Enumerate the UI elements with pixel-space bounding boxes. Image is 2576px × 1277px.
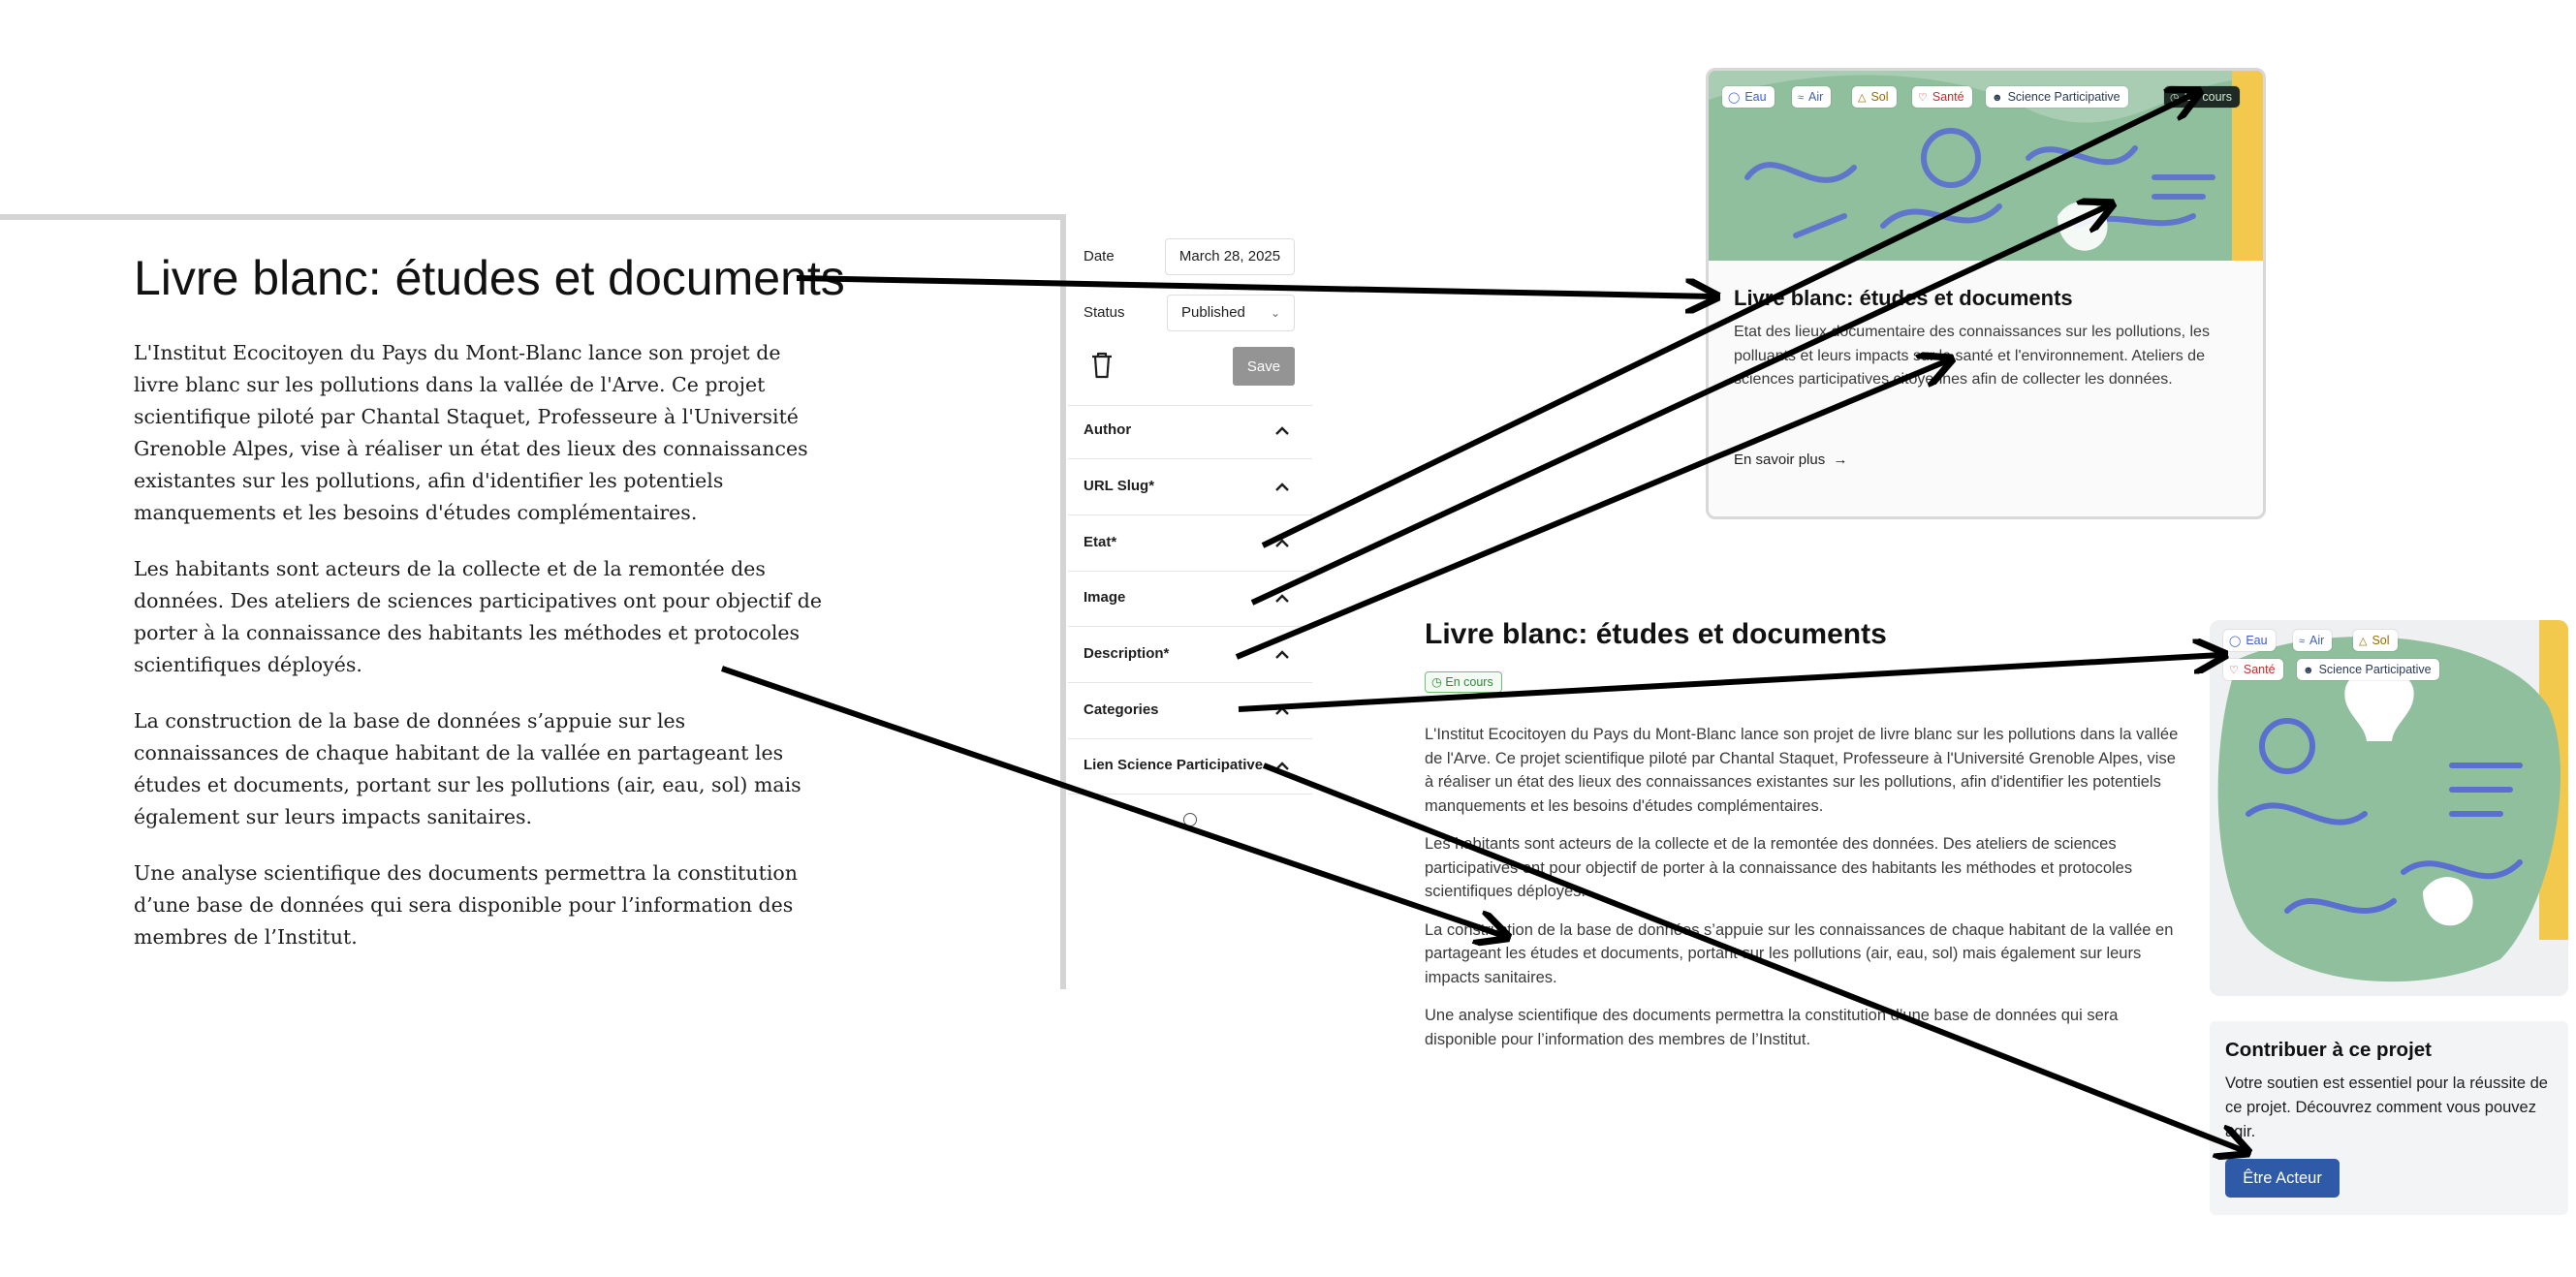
etre-acteur-button[interactable]: Être Acteur [2225, 1159, 2340, 1198]
tag-eau: ◯ Eau [1722, 86, 1775, 108]
contribute-title: Contribuer à ce projet [2225, 1039, 2433, 1061]
wind-icon: ≈ [2299, 636, 2306, 647]
divider [1068, 514, 1312, 515]
status-select[interactable]: Published ⌄ [1167, 295, 1295, 331]
tag-label: Science Participative [2007, 90, 2120, 104]
read-more-label: En savoir plus [1734, 452, 1826, 468]
project-paragraph: Une analyse scientifique des documents p… [1425, 1007, 2119, 1048]
panel-section-image[interactable]: Image [1084, 589, 1125, 606]
contribute-text: Votre soutien est essentiel pour la réus… [2225, 1075, 2548, 1140]
droplet-icon: ◯ [1728, 92, 1741, 104]
tag-sante: ♡ Santé [2223, 659, 2283, 680]
editor-title[interactable]: Livre blanc: études et documents [134, 250, 845, 306]
divider [1068, 682, 1312, 683]
clock-icon: ◷ [1431, 675, 1446, 689]
project-page-body: L'Institut Ecocitoyen du Pays du Mont-Bl… [1425, 723, 2181, 1066]
heart-icon: ♡ [2229, 665, 2239, 676]
read-more-link[interactable]: En savoir plus → [1734, 452, 1848, 468]
divider [1068, 571, 1312, 572]
card-description: Etat des lieux documentaire des connaiss… [1734, 324, 2210, 388]
panel-section-description[interactable]: Description* [1084, 645, 1169, 662]
chevron-up-icon[interactable] [1273, 482, 1291, 493]
editor-paragraph[interactable]: Une analyse scientifique des documents p… [134, 857, 822, 953]
divider [1068, 458, 1312, 459]
chevron-up-icon[interactable] [1273, 593, 1291, 605]
tag-label: Santé [2243, 663, 2276, 676]
panel-section-author[interactable]: Author [1084, 421, 1131, 438]
chevron-up-icon[interactable] [1273, 649, 1291, 661]
wind-icon: ≈ [1798, 92, 1805, 104]
status-badge: ◷ En cours [2164, 86, 2240, 108]
chevron-up-icon[interactable] [1273, 761, 1291, 772]
clock-icon: ◷ [2170, 92, 2180, 104]
tag-label: Sol [2372, 634, 2390, 647]
panel-section-lien-science-participative[interactable]: Lien Science Participative [1084, 757, 1263, 773]
editor-paragraph[interactable]: La construction de la base de données s’… [134, 705, 822, 833]
tag-science-participative: ☻ Science Participative [1986, 86, 2128, 108]
add-section-icon[interactable] [1183, 813, 1197, 826]
project-status-badge: ◷ En cours [1425, 671, 1502, 693]
project-card[interactable]: ◯ Eau ≈ Air △ Sol ♡ Santé ☻ Science Participa… [1706, 68, 2266, 519]
arrow-categories-to-tags [1238, 655, 2221, 712]
project-paragraph: L'Institut Ecocitoyen du Pays du Mont-Bl… [1425, 726, 2179, 815]
tag-label: Air [2309, 634, 2325, 647]
editor-paragraph[interactable]: L'Institut Ecocitoyen du Pays du Mont-Bl… [134, 337, 822, 529]
panel-section-etat[interactable]: Etat* [1084, 534, 1116, 550]
tag-label: Air [1808, 90, 1824, 104]
heart-icon: ♡ [1918, 92, 1928, 104]
mountain-icon: △ [2359, 636, 2368, 647]
panel-section-url-slug[interactable]: URL Slug* [1084, 478, 1154, 494]
tag-sol: △ Sol [2353, 630, 2398, 651]
date-label: Date [1084, 248, 1115, 265]
project-page-title: Livre blanc: études et documents [1425, 618, 1887, 650]
tag-air: ≈ Air [1792, 86, 1832, 108]
tag-label: Sol [1870, 90, 1889, 104]
project-paragraph: Les habitants sont acteurs de la collect… [1425, 835, 2133, 900]
editor-paragraph[interactable]: Les habitants sont acteurs de la collect… [134, 553, 822, 681]
tag-label: Science Participative [2318, 663, 2432, 676]
project-paragraph: La construction de la base de données s’… [1425, 920, 2174, 986]
card-illustration: ◯ Eau ≈ Air △ Sol ♡ Santé ☻ Science Participa… [1709, 71, 2263, 261]
panel-section-categories[interactable]: Categories [1084, 701, 1159, 718]
tag-label: Santé [1932, 90, 1964, 104]
users-icon: ☻ [2303, 665, 2314, 676]
card-title[interactable]: Livre blanc: études et documents [1734, 286, 2073, 311]
arrow-right-icon: → [1829, 452, 1848, 468]
tag-label: Eau [2246, 634, 2268, 647]
date-picker[interactable]: March 28, 2025 [1165, 238, 1295, 275]
tag-eau: ◯ Eau [2223, 630, 2276, 651]
status-select-value: Published [1181, 304, 1245, 321]
users-icon: ☻ [1992, 92, 2003, 104]
tag-label: Eau [1744, 90, 1767, 104]
chevron-up-icon[interactable] [1273, 705, 1291, 717]
divider [1068, 626, 1312, 627]
mountain-icon: △ [1858, 92, 1867, 104]
tag-science-participative: ☻ Science Participative [2297, 659, 2439, 680]
tag-air: ≈ Air [2293, 630, 2333, 651]
tag-sol: △ Sol [1852, 86, 1897, 108]
status-label: En cours [2183, 90, 2232, 104]
chevron-down-icon: ⌄ [1270, 306, 1280, 320]
droplet-icon: ◯ [2229, 636, 2242, 647]
save-button[interactable]: Save [1233, 347, 1295, 386]
project-illustration: ◯ Eau ≈ Air △ Sol ♡ Santé ☻ Science Participa… [2210, 620, 2568, 996]
divider [1068, 738, 1312, 739]
status-label: Status [1084, 304, 1125, 321]
divider [1068, 405, 1312, 406]
tag-sante: ♡ Santé [1912, 86, 1972, 108]
chevron-up-icon[interactable] [1273, 425, 1291, 437]
trash-icon[interactable] [1089, 351, 1115, 380]
editor-body[interactable]: L'Institut Ecocitoyen du Pays du Mont-Bl… [134, 337, 822, 978]
project-status-label: En cours [1445, 675, 1493, 689]
chevron-up-icon[interactable] [1273, 538, 1291, 549]
